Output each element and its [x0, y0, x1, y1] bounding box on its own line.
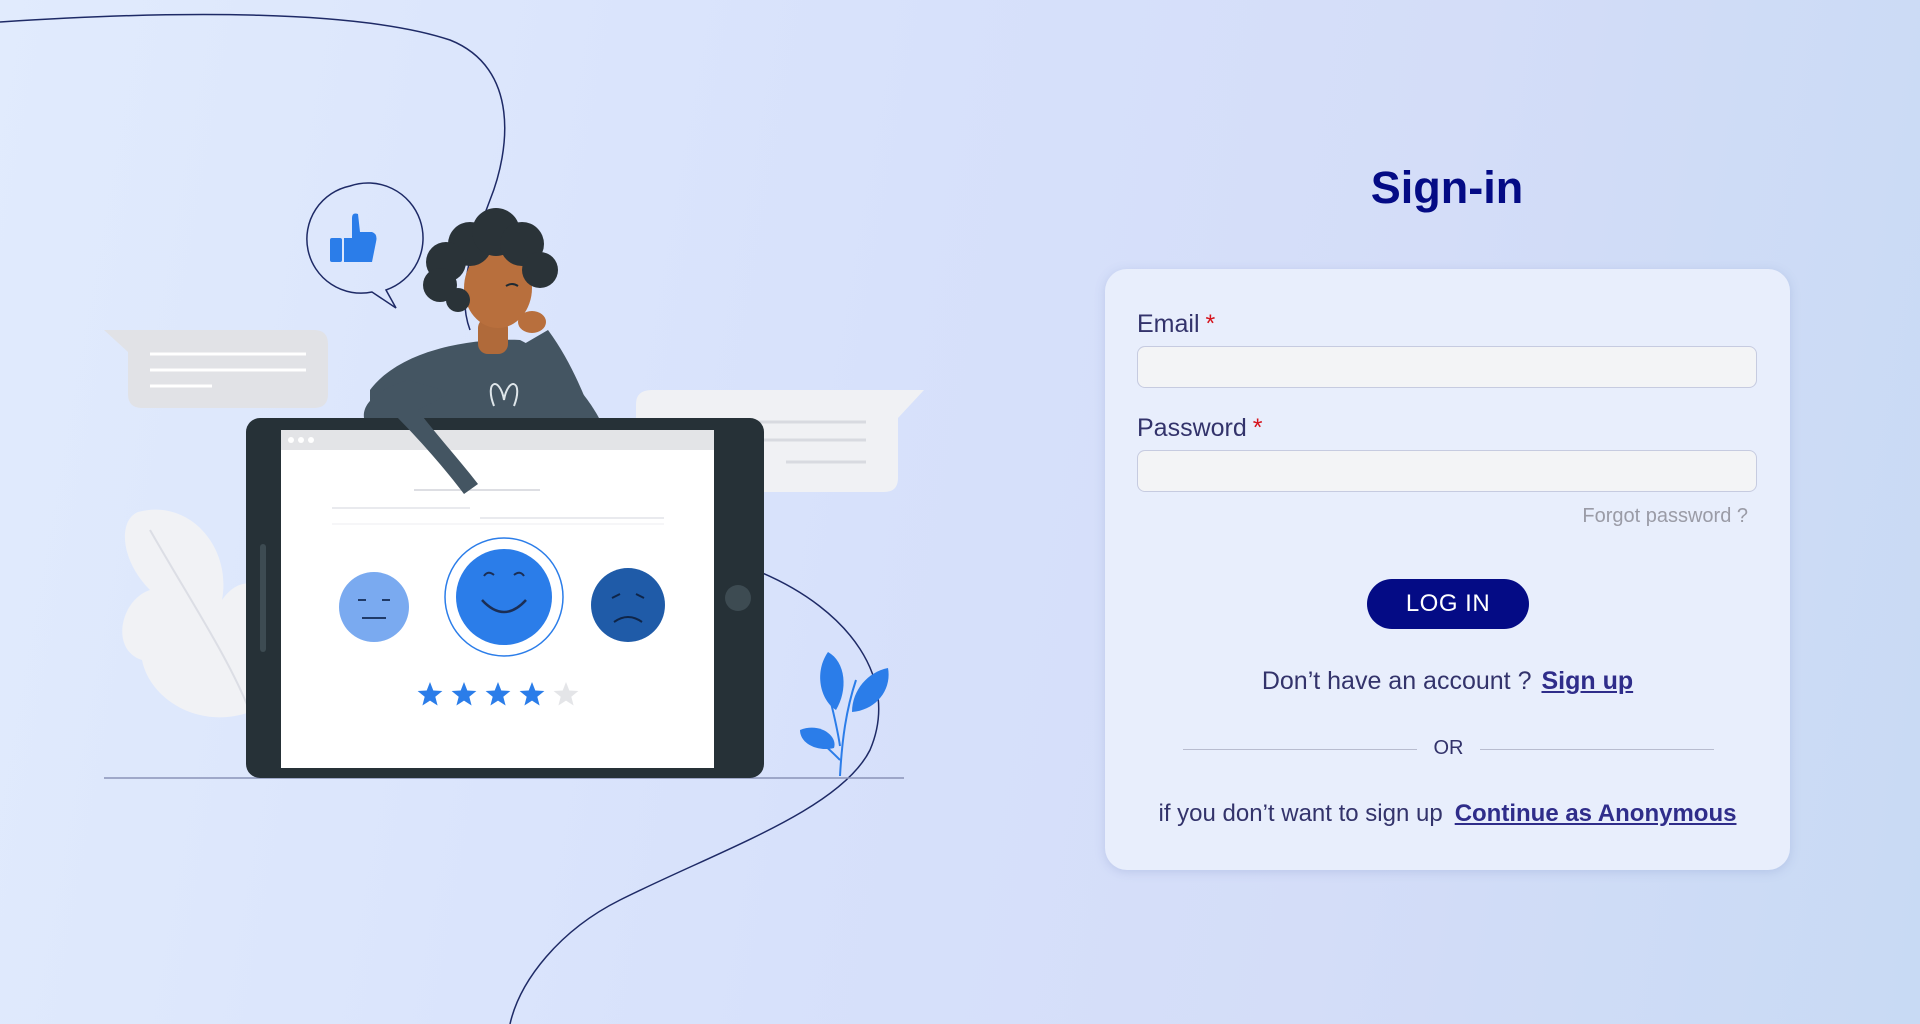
- signup-link[interactable]: Sign up: [1541, 667, 1633, 695]
- password-field[interactable]: [1137, 450, 1757, 492]
- password-label-text: Password: [1137, 414, 1247, 442]
- plant-decoration: [800, 652, 889, 777]
- forgot-password-link[interactable]: Forgot password ?: [1582, 505, 1748, 528]
- chat-bubble-left: [104, 330, 328, 408]
- neutral-face-icon: [339, 572, 409, 642]
- anonymous-prompt: if you don’t want to sign up Continue as …: [1105, 800, 1790, 828]
- login-button[interactable]: LOG IN: [1367, 579, 1529, 629]
- sad-face-icon: [591, 568, 665, 642]
- or-text: OR: [1433, 737, 1464, 759]
- signin-card: Email * Password * Forgot password ? LOG I…: [1105, 269, 1790, 870]
- password-label: Password *: [1137, 414, 1263, 443]
- happy-face-icon: [444, 537, 564, 657]
- signup-prompt: Don’t have an account ? Sign up: [1105, 667, 1790, 696]
- thumbs-up-bubble: [306, 182, 424, 309]
- thumbs-up-icon: [330, 213, 377, 262]
- email-field[interactable]: [1137, 346, 1757, 388]
- no-account-text: Don’t have an account ?: [1261, 667, 1532, 695]
- email-required-mark: *: [1205, 310, 1216, 338]
- email-label-text: Email: [1137, 310, 1200, 338]
- password-required-mark: *: [1252, 414, 1263, 442]
- anonymous-text: if you don’t want to sign up: [1158, 800, 1443, 827]
- continue-anonymous-link[interactable]: Continue as Anonymous: [1455, 800, 1737, 827]
- or-divider: OR: [1183, 736, 1714, 766]
- email-label: Email *: [1137, 310, 1215, 339]
- page-title: Sign-in: [1370, 162, 1524, 213]
